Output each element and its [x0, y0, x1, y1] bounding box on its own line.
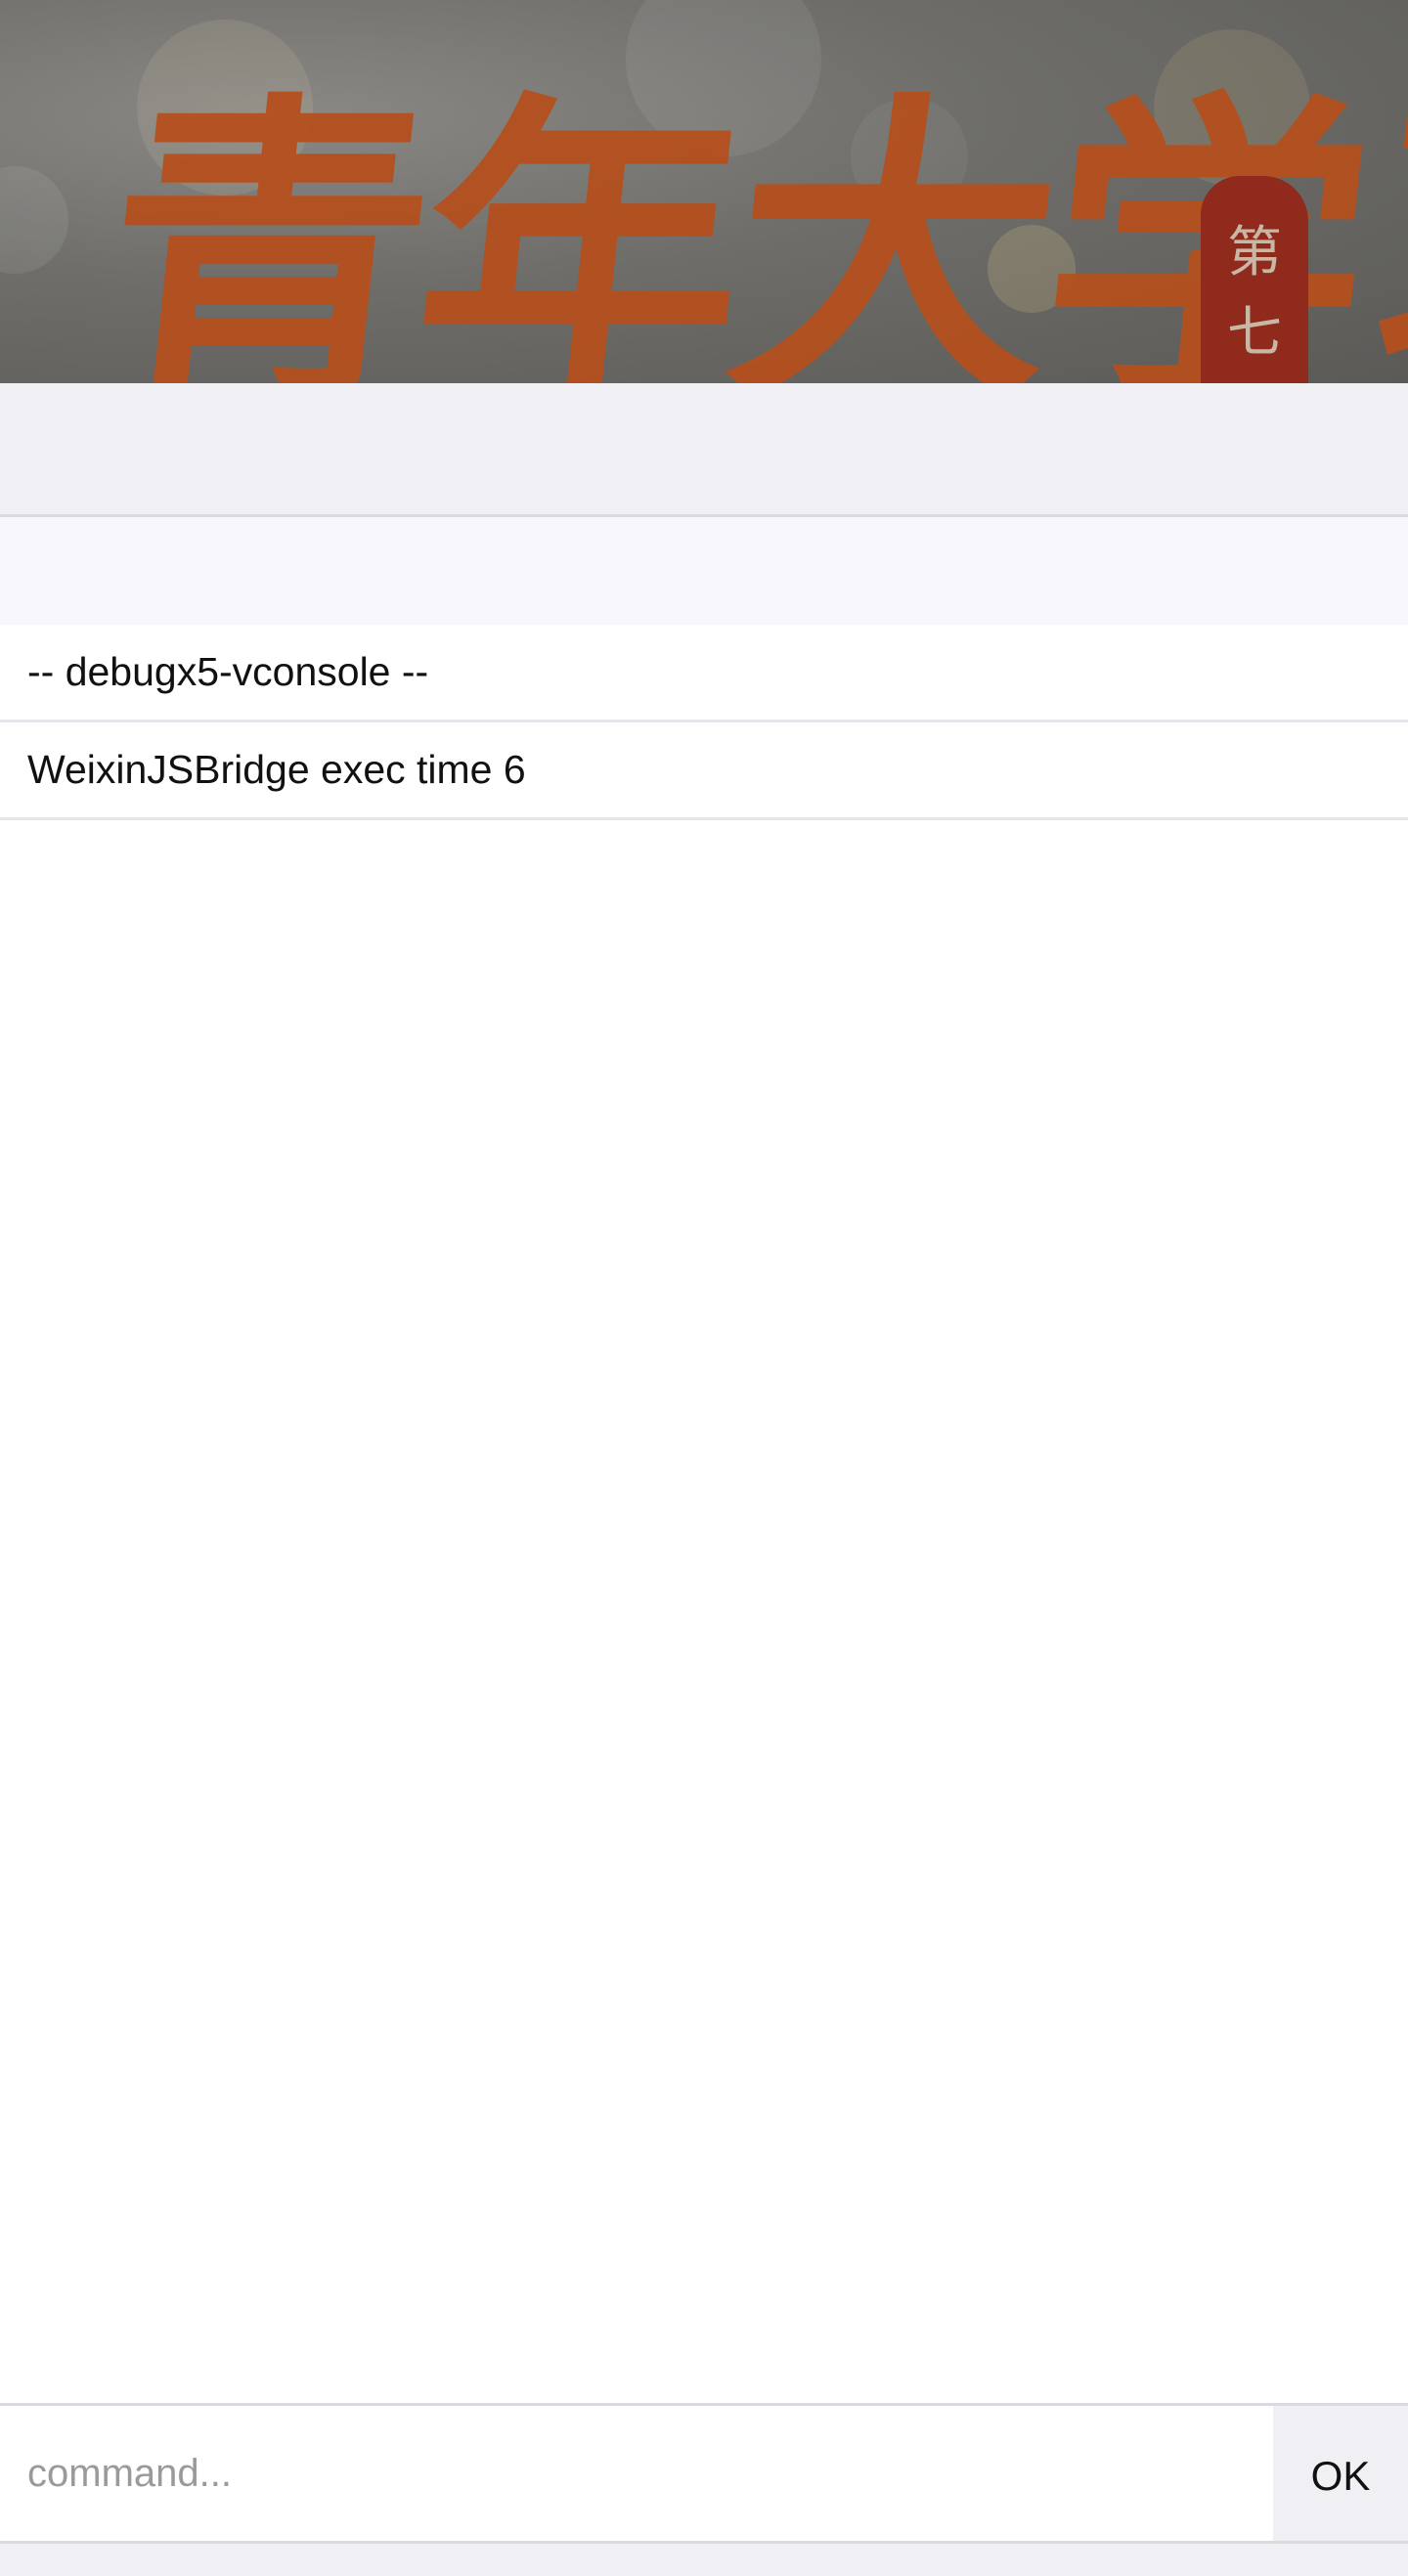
background-banner-image: 青年大学习 第 七 — [0, 0, 1408, 383]
seal-char: 七 — [1227, 301, 1282, 365]
log-item: WeixinJSBridge exec time 6 — [0, 722, 1408, 820]
bokeh-light — [0, 166, 68, 274]
banner-seal: 第 七 — [1201, 176, 1308, 383]
ok-button[interactable]: OK — [1273, 2406, 1408, 2541]
vconsole-panel: -- debugx5-vconsole -- WeixinJSBridge ex… — [0, 383, 1408, 2576]
command-input[interactable] — [0, 2406, 1273, 2541]
vconsole-log-list[interactable]: -- debugx5-vconsole -- WeixinJSBridge ex… — [0, 625, 1408, 820]
vconsole-bottom-bar — [0, 2544, 1408, 2576]
seal-char: 第 — [1227, 221, 1282, 284]
vconsole-tab-bar — [0, 383, 1408, 517]
vconsole-toolbar — [0, 517, 1408, 625]
command-bar: OK — [0, 2403, 1408, 2544]
log-item: -- debugx5-vconsole -- — [0, 625, 1408, 722]
